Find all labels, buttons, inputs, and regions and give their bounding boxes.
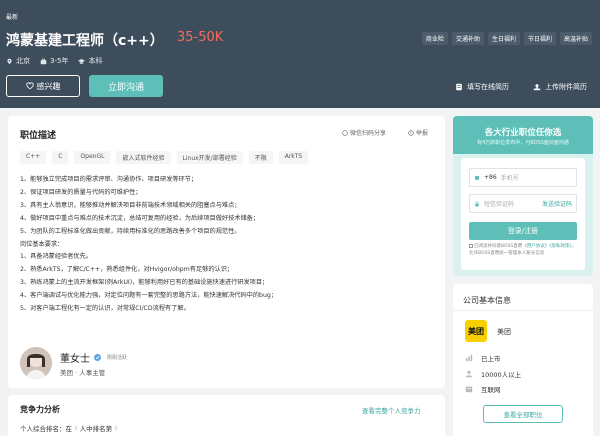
- description-line: 1、能够独立完成项目的需求评审、沟通协作、项目研发等环节；: [20, 176, 198, 183]
- hidden-count: ?: [74, 425, 78, 433]
- section-title: 职位描述: [20, 131, 57, 141]
- job-meta: 北京 3-5年 本科: [6, 56, 102, 66]
- description-line: 5、为团队的工程标准化做出贡献，持续用标准化的思路改善多个项目的规范性。: [20, 227, 241, 235]
- document-edit-icon: [456, 83, 462, 91]
- company-name[interactable]: 美团: [497, 327, 511, 337]
- skill-tags: C++ C OpenGL 嵌入式软件经验 Linux开发/部署经验 不限 Ark…: [20, 151, 309, 164]
- welfare-tag: 高温补贴: [559, 32, 592, 45]
- description-line: 2、保证项目研发的质量与代码的可维护性；: [20, 188, 142, 196]
- briefcase-icon: [40, 58, 47, 64]
- shield-icon: [474, 175, 480, 180]
- description-line: 岗位基本要求：: [20, 240, 64, 248]
- login-title: 各大行业职位任你选: [484, 128, 562, 138]
- meta-education: 本科: [78, 56, 102, 66]
- salary: 35-50K: [177, 30, 224, 45]
- avatar-photo: [20, 347, 52, 379]
- meta-city: 北京: [6, 56, 30, 66]
- welfare-tag: 商业险: [421, 32, 448, 45]
- company-industry: 互联网: [465, 384, 501, 394]
- company-info-card: 公司基本信息 美团 美团 已上市 10000人以上 互联网 查看全部职位: [453, 284, 593, 436]
- alert-icon: [408, 129, 414, 136]
- send-code-button[interactable]: 发送验证码: [542, 199, 572, 208]
- job-description-card: 职位描述 微信扫码分享 举报 C++ C OpenGL 嵌入式软件经验 Linu…: [8, 116, 445, 388]
- skill-tag: 嵌入式软件经验: [116, 151, 171, 164]
- view-competitiveness-link[interactable]: 查看完整个人竞争力: [362, 405, 421, 415]
- login-card: 各大行业职位任你选 有4万新职位发布中，与BOSS面对面沟通 +86 手机号 短…: [453, 116, 593, 276]
- login-form: +86 手机号 短信验证码 发送验证码 登录/注册 已阅读并同意BOSS直聘《用…: [461, 158, 585, 270]
- welfare-tags: 商业险 交通补助 生日福利 节日福利 高温补贴: [421, 32, 592, 45]
- skill-tag: C++: [20, 151, 47, 164]
- skill-tag: OpenGL: [74, 151, 111, 164]
- description-line: 3、熟练鸿蒙上的主流开发框架(例ArkUI)，能够利用好已有的基础设施快速进行研…: [20, 279, 269, 287]
- description-line: 4、做好项目中重点与难点的技术沉淀，总结可复用的经验，为后续项目做好技术储备；: [20, 214, 260, 222]
- description-line: 5、对客户端工程化有一定的认识，对常规CI/CD流程有了解。: [20, 305, 190, 313]
- stage-icon: [465, 354, 473, 362]
- country-code[interactable]: +86: [484, 174, 497, 181]
- job-title: 鸿蒙基建工程师（c++）: [6, 33, 164, 49]
- competitiveness-card: 竞争力分析 查看完整个人竞争力 个人综合排名：在 ? 人中排名第 ?: [8, 395, 445, 436]
- login-register-button[interactable]: 登录/注册: [469, 222, 577, 240]
- verified-badge-icon: [94, 354, 101, 361]
- job-header: 最新 鸿蒙基建工程师（c++） 35-50K 北京 3-5年 本科 商业险 交通…: [0, 0, 600, 108]
- skill-tag: C: [52, 151, 69, 164]
- report-button[interactable]: 举报: [408, 128, 428, 137]
- fill-resume-link[interactable]: 填写在线简历: [455, 82, 509, 92]
- graduation-cap-icon: [78, 58, 86, 64]
- company-logo[interactable]: 美团: [465, 320, 487, 342]
- description-line: 2、熟悉ArkTS，了解C/C++，熟悉组件化，对Hvigor/ohpm有足够的…: [20, 266, 234, 274]
- recruiter-role: 美团 · 人事主管: [60, 369, 106, 377]
- heart-icon: [25, 82, 34, 90]
- welfare-tag: 节日福利: [523, 32, 556, 45]
- recruiter-active-status: 刚刚活跃: [107, 355, 128, 361]
- company-size: 10000人以上: [465, 369, 521, 379]
- divider: [453, 310, 593, 311]
- chat-bubble-icon: [342, 129, 348, 136]
- recruiter-name: 董女士 刚刚活跃: [60, 354, 128, 365]
- interested-button[interactable]: 感兴趣: [6, 75, 80, 97]
- description-line: 4、客户端调试与优化能力强，对定位问题有一套完整的思路方法，能快速解决代码中的b…: [20, 292, 278, 300]
- welfare-tag: 生日福利: [487, 32, 520, 45]
- user-agreement-link[interactable]: 《用户协议》: [522, 244, 549, 249]
- upload-resume-link[interactable]: 上传附件简历: [533, 82, 587, 92]
- company-info-title: 公司基本信息: [463, 296, 511, 305]
- description-line: 3、具有主人翁意识，能够推动并解决项目非前端技术领域相关的阻塞点与难点；: [20, 201, 241, 209]
- hidden-rank: ?: [114, 425, 118, 433]
- meta-experience: 3-5年: [40, 56, 68, 66]
- upload-icon: [533, 83, 541, 91]
- wechat-share-button[interactable]: 微信扫码分享: [342, 128, 386, 137]
- skill-tag: Linux开发/部署经验: [176, 151, 243, 164]
- industry-icon: [465, 386, 473, 393]
- view-all-jobs-button[interactable]: 查看全部职位: [483, 405, 563, 423]
- location-icon: [7, 58, 12, 64]
- welfare-tag: 交通补助: [451, 32, 484, 45]
- job-description-text: 1、能够独立完成项目的需求评审、沟通协作、项目研发等环节； 2、保证项目研发的质…: [20, 174, 440, 316]
- code-input-placeholder: 短信验证码: [484, 201, 515, 208]
- lock-icon: [475, 200, 479, 206]
- skill-tag: ArkTS: [278, 151, 309, 164]
- recruiter-avatar[interactable]: [20, 347, 52, 379]
- competitiveness-rank: 个人综合排名：在 ? 人中排名第 ?: [20, 425, 118, 433]
- description-line: 1、具备鸿蒙经验者优先。: [20, 253, 92, 261]
- company-stage: 已上市: [465, 353, 501, 363]
- skill-tag: 不限: [248, 151, 273, 164]
- login-subtitle: 有4万新职位发布中，与BOSS面对面沟通: [477, 140, 569, 146]
- agreement-text: 已阅读并同意BOSS直聘《用户协议》《隐私政策》，允许BOSS直聘统一管理本人账…: [469, 243, 577, 256]
- privacy-policy-link[interactable]: 《隐私政策》: [549, 244, 572, 249]
- latest-label: 最新: [6, 14, 19, 21]
- agreement-checkbox[interactable]: [469, 243, 473, 248]
- competitiveness-title: 竞争力分析: [20, 405, 60, 414]
- phone-input-placeholder: 手机号: [500, 175, 519, 182]
- chat-now-button[interactable]: 立即沟通: [89, 75, 163, 97]
- people-icon: [465, 370, 473, 378]
- sms-code-field[interactable]: 短信验证码 发送验证码: [469, 194, 577, 213]
- phone-field[interactable]: +86 手机号: [469, 168, 577, 187]
